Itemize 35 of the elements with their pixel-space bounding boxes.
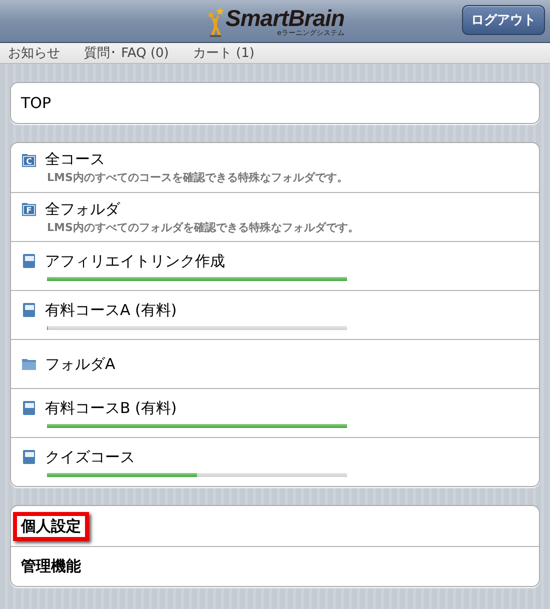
- menu-label: 管理機能: [21, 557, 81, 576]
- list-item[interactable]: クイズコース: [11, 437, 539, 486]
- list-item[interactable]: F 全フォルダ LMS内のすべてのフォルダを確認できる特殊なフォルダです。: [11, 192, 539, 241]
- item-title: 有料コースA (有料): [45, 300, 177, 320]
- item-title: フォルダA: [45, 354, 116, 374]
- logo-text: SmartBrain: [226, 6, 344, 30]
- book-icon: [21, 400, 37, 416]
- nav-link[interactable]: カート (1): [192, 44, 254, 62]
- top-card[interactable]: TOP: [10, 82, 540, 124]
- book-icon: [21, 449, 37, 465]
- menu-label: 個人設定: [21, 516, 81, 536]
- menu-item[interactable]: 管理機能: [11, 546, 539, 586]
- nav-link[interactable]: 質問･ FAQ (0): [84, 44, 169, 62]
- book-icon: [21, 253, 37, 269]
- list-item[interactable]: C 全コース LMS内のすべてのコースを確認できる特殊なフォルダです。: [11, 143, 539, 192]
- item-title: 全コース: [45, 150, 105, 169]
- folder-icon: F: [21, 201, 37, 217]
- top-label: TOP: [21, 94, 52, 112]
- item-description: LMS内のすべてのコースを確認できる特殊なフォルダです。: [47, 170, 349, 185]
- list-item[interactable]: 有料コースA (有料): [11, 290, 539, 339]
- folder-icon: [21, 356, 37, 372]
- item-title: 全フォルダ: [45, 200, 120, 218]
- list-item[interactable]: フォルダA: [11, 339, 539, 388]
- item-title: クイズコース: [45, 448, 135, 466]
- item-title: アフィリエイトリンク作成: [45, 252, 225, 270]
- folder-icon: C: [21, 152, 37, 168]
- logout-button[interactable]: ログアウト: [462, 5, 545, 35]
- list-item[interactable]: アフィリエイトリンク作成: [11, 241, 539, 290]
- item-description: LMS内のすべてのフォルダを確認できる特殊なフォルダです。: [47, 220, 360, 234]
- figure-icon: [206, 6, 224, 36]
- book-icon: [21, 302, 37, 318]
- item-title: 有料コースB (有料): [45, 398, 177, 418]
- list-item[interactable]: 有料コースB (有料): [11, 388, 539, 437]
- menu-item[interactable]: 個人設定: [11, 506, 539, 546]
- nav-link[interactable]: お知らせ: [8, 44, 60, 62]
